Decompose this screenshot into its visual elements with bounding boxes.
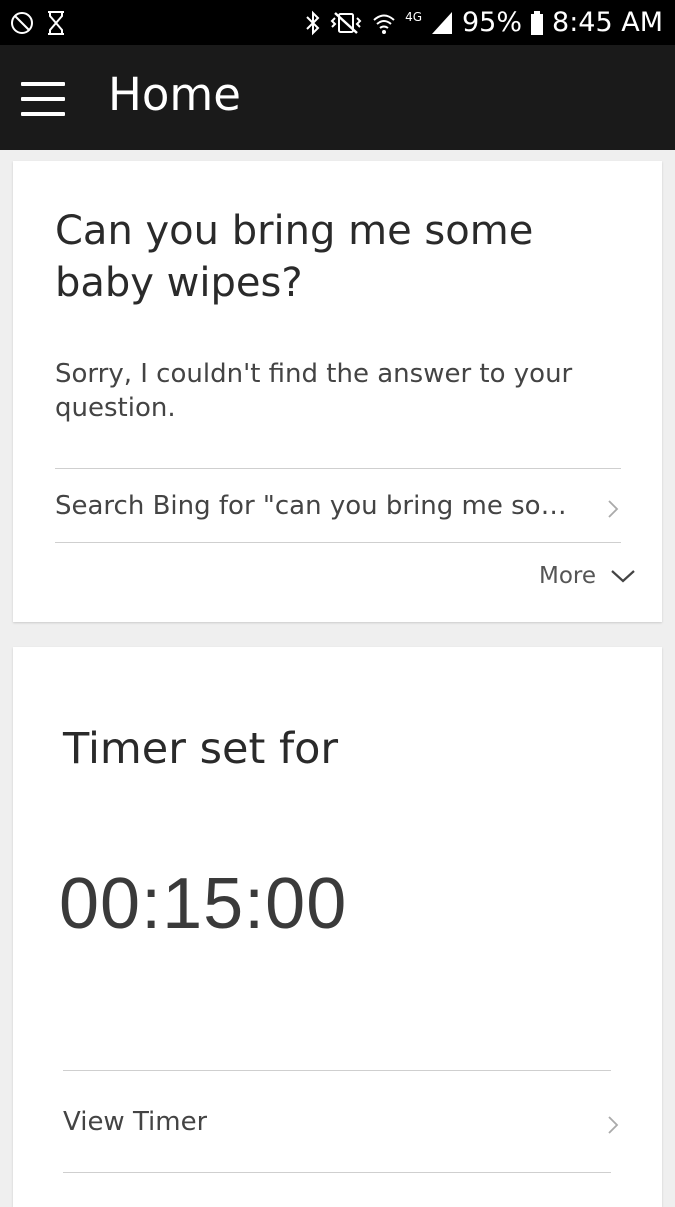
page-title: Home bbox=[108, 68, 241, 121]
question-text: Can you bring me some baby wipes? bbox=[55, 208, 534, 306]
lte-icon: 4G bbox=[405, 10, 422, 24]
clock: 8:45 AM bbox=[552, 7, 663, 38]
answer-text: Sorry, I couldn't find the answer to you… bbox=[55, 359, 573, 423]
chevron-right-icon bbox=[608, 500, 619, 518]
bluetooth-icon bbox=[306, 10, 320, 36]
chevron-down-icon bbox=[611, 570, 635, 583]
vibrate-mute-icon bbox=[330, 12, 362, 34]
signal-icon bbox=[432, 12, 452, 34]
search-bing-link[interactable]: Search Bing for "can you bring me som… bbox=[55, 469, 621, 542]
hourglass-icon bbox=[48, 11, 64, 35]
divider bbox=[63, 1172, 611, 1173]
divider bbox=[55, 542, 621, 543]
answer-card: Can you bring me some baby wipes? Sorry,… bbox=[13, 161, 662, 622]
status-bar: 4G 95% 8:45 AM bbox=[0, 0, 675, 45]
timer-label: Timer set for bbox=[63, 724, 339, 774]
timer-value: 00:15:00 bbox=[59, 864, 348, 944]
wifi-icon bbox=[373, 14, 395, 34]
do-not-disturb-icon bbox=[11, 12, 33, 34]
view-timer-link[interactable]: View Timer bbox=[63, 1071, 619, 1172]
status-right: 4G 95% 8:45 AM bbox=[305, 6, 663, 40]
more-label: More bbox=[538, 563, 596, 589]
hamburger-menu-icon[interactable] bbox=[21, 82, 65, 116]
status-left bbox=[10, 8, 66, 38]
view-timer-label: View Timer bbox=[63, 1106, 208, 1137]
more-button[interactable]: More bbox=[539, 563, 636, 589]
search-bing-label: Search Bing for "can you bring me som… bbox=[55, 490, 585, 521]
battery-percent: 95% bbox=[462, 7, 523, 38]
app-bar: Home bbox=[0, 45, 675, 150]
chevron-right-icon bbox=[608, 1116, 619, 1134]
battery-icon bbox=[531, 11, 544, 35]
timer-card: Timer set for 00:15:00 View Timer bbox=[13, 647, 662, 1207]
